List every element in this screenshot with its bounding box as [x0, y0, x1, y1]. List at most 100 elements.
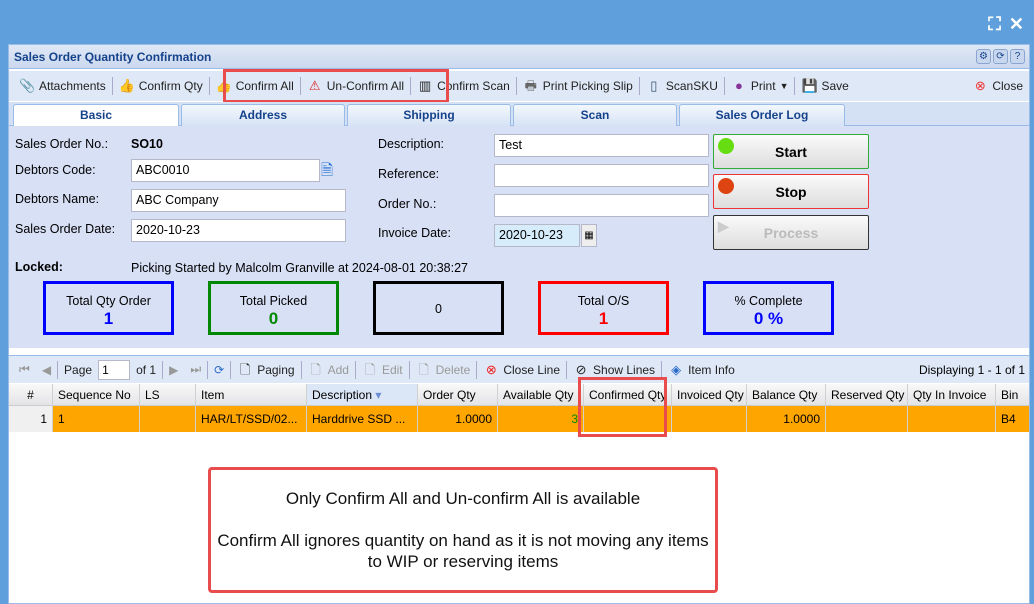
order-no-input[interactable] — [494, 194, 709, 217]
paging-button[interactable]: 🗋 Paging — [231, 358, 300, 382]
print-button[interactable]: ● Print ▼ — [725, 74, 795, 98]
tab-shipping[interactable]: Shipping — [347, 104, 511, 126]
reference-label: Reference: — [378, 167, 440, 181]
invoice-date-input[interactable]: 2020-10-23 — [494, 224, 580, 247]
prev-page-icon[interactable]: ◀ — [36, 358, 57, 382]
stat-percent-complete: % Complete 0 % — [703, 281, 834, 335]
table-cell: 1.0000 — [418, 406, 498, 432]
confirm-qty-button[interactable]: 👍 Confirm Qty — [113, 74, 209, 98]
lookup-icon[interactable]: 🗎 — [321, 160, 333, 185]
column-header[interactable]: Available Qty — [498, 384, 584, 405]
edit-button[interactable]: 🗋 Edit — [356, 358, 409, 382]
stat-total-picked: Total Picked 0 — [208, 281, 339, 335]
gear-icon[interactable]: ⚙ — [976, 49, 991, 64]
column-header[interactable]: Description ▾ — [307, 384, 418, 405]
first-page-icon[interactable]: ⏮ — [13, 358, 36, 382]
stat-value: 0 — [268, 309, 279, 328]
annotation-callout: Only Confirm All and Un-confirm All is a… — [208, 467, 718, 593]
page-count: of 1 — [136, 362, 157, 377]
column-header[interactable]: Bin — [996, 384, 1034, 405]
column-header[interactable]: Item — [196, 384, 307, 405]
calendar-icon[interactable]: ▦ — [581, 224, 597, 247]
green-dot-icon — [718, 138, 734, 154]
column-header[interactable]: Sequence No — [53, 384, 140, 405]
locked-label: Locked: — [15, 260, 63, 274]
maximize-icon[interactable]: ⛶ — [988, 14, 1001, 35]
stat-label: Total Qty Order — [66, 294, 151, 308]
debtors-code-label: Debtors Code: — [15, 163, 96, 177]
table-row[interactable]: 1 1 HAR/LT/SSD/02... Harddrive SSD ... 1.000… — [9, 406, 1029, 432]
grid-header: # Sequence No LS Item Description ▾ Order Qty… — [9, 384, 1029, 406]
description-input[interactable]: Test — [494, 134, 709, 157]
delete-button[interactable]: 🗋 Delete — [410, 358, 477, 382]
tab-address[interactable]: Address — [181, 104, 345, 126]
item-info-button[interactable]: ◈ Item Info — [662, 358, 741, 382]
edit-icon: 🗋 — [364, 361, 376, 377]
paperclip-icon: 📎 — [19, 78, 36, 93]
scansku-button[interactable]: ▯ ScanSKU — [640, 74, 724, 98]
eye-slash-icon: ⊘ — [575, 361, 587, 377]
sales-order-date-input[interactable]: 2020-10-23 — [131, 219, 346, 242]
close-icon: ⊗ — [485, 361, 497, 377]
add-button[interactable]: 🗋 Add — [302, 358, 355, 382]
red-dot-icon — [718, 178, 734, 194]
stat-label: Total Picked — [239, 294, 308, 308]
next-page-icon[interactable]: ▶ — [163, 358, 184, 382]
stat-value: 1 — [103, 309, 114, 328]
close-button[interactable]: ⊗ Close — [966, 74, 1029, 98]
description-label: Description: — [378, 137, 444, 151]
last-page-icon[interactable]: ⏭ — [184, 358, 207, 382]
page-input[interactable]: 1 — [98, 359, 131, 380]
column-header[interactable]: LS — [140, 384, 196, 405]
help-icon[interactable]: ? — [1010, 49, 1025, 64]
stat-value: 0 — [435, 302, 442, 316]
grid-toolbar: ⏮ ◀ Page 1 of 1 ▶ ⏭ ⟳ 🗋 Paging 🗋 Add 🗋 Edit… — [9, 355, 1029, 383]
close-line-button[interactable]: ⊗ Close Line — [477, 358, 566, 382]
tab-sales-order-log[interactable]: Sales Order Log — [679, 104, 845, 126]
column-header[interactable]: # — [9, 384, 53, 405]
table-cell: 1 — [9, 406, 53, 432]
column-header[interactable]: Balance Qty — [747, 384, 826, 405]
page-label: Page — [64, 362, 93, 377]
title-bar: Sales Order Quantity Confirmation ⚙ ⟳ ? — [9, 45, 1029, 69]
print-picking-slip-button[interactable]: 🖶 Print Picking Slip — [517, 74, 639, 98]
debtors-code-input[interactable]: ABC0010 — [131, 159, 320, 182]
order-no-label: Order No.: — [378, 197, 437, 211]
highlight-box — [223, 69, 449, 103]
table-cell: Harddrive SSD ... — [307, 406, 418, 432]
table-cell: 3 — [498, 406, 584, 432]
dialog-window: Sales Order Quantity Confirmation ⚙ ⟳ ? … — [8, 44, 1030, 604]
refresh-icon[interactable]: ⟳ — [993, 49, 1008, 64]
highlight-box — [578, 377, 667, 437]
save-icon: 💾 — [801, 78, 818, 93]
table-cell — [672, 406, 747, 432]
attachments-button[interactable]: 📎 Attachments — [13, 74, 112, 98]
tab-basic[interactable]: Basic — [13, 104, 179, 126]
column-header[interactable]: Invoiced Qty — [672, 384, 747, 405]
stat-label: % Complete — [734, 294, 803, 308]
stop-button[interactable]: Stop — [713, 174, 869, 209]
play-icon: ▶ — [718, 218, 729, 234]
sort-desc-icon: ▾ — [372, 388, 382, 402]
process-button[interactable]: ▶ Process — [713, 215, 869, 250]
table-cell: 1 — [53, 406, 140, 432]
reference-input[interactable] — [494, 164, 709, 187]
column-header[interactable]: Qty In Invoice — [908, 384, 996, 405]
debtors-name-input[interactable]: ABC Company — [131, 189, 346, 212]
table-cell — [908, 406, 996, 432]
print-icon: ● — [734, 78, 743, 93]
window-title: Sales Order Quantity Confirmation — [14, 50, 212, 64]
tab-scan[interactable]: Scan — [513, 104, 677, 126]
stat-label: Total O/S — [577, 294, 630, 308]
column-header[interactable]: Reserved Qty — [826, 384, 908, 405]
save-button[interactable]: 💾 Save — [795, 74, 854, 98]
close-icon[interactable]: ✕ — [1009, 14, 1024, 35]
displaying-text: Displaying 1 - 1 of 1 — [918, 362, 1025, 377]
stat-value: 1 — [598, 309, 609, 328]
start-button[interactable]: Start — [713, 134, 869, 169]
callout-line-2: Confirm All ignores quantity on hand as … — [217, 531, 709, 571]
basic-form: Sales Order No.: SO10 Debtors Code: ABC0… — [9, 126, 1029, 348]
refresh-icon[interactable]: ⟳ — [208, 358, 230, 382]
stop-label: Stop — [775, 184, 807, 200]
column-header[interactable]: Order Qty — [418, 384, 498, 405]
